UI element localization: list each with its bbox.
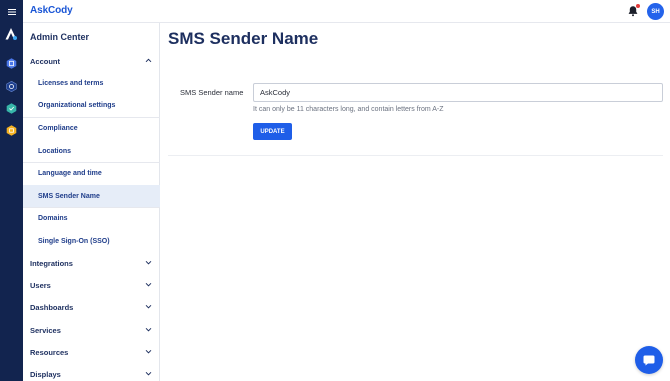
services-icon[interactable]	[6, 103, 17, 114]
notification-dot	[636, 4, 640, 8]
sidebar-section-label: Dashboards	[30, 302, 74, 312]
chevron-down-icon	[145, 260, 152, 265]
resources-icon[interactable]	[6, 125, 17, 136]
sidebar-item-licenses[interactable]: Licenses and terms	[23, 72, 160, 94]
sidebar-section-account[interactable]: Account	[23, 50, 160, 72]
sidebar-section-label: Services	[30, 325, 61, 335]
sidebar-item-locations[interactable]: Locations	[23, 140, 160, 162]
sidebar-title: Admin Center	[30, 32, 90, 42]
chevron-down-icon	[145, 304, 152, 309]
sidebar-section-integrations[interactable]: Integrations	[23, 252, 160, 274]
sidebar-section-label: Resources	[30, 347, 69, 357]
sidebar-item-label: Single Sign-On (SSO)	[38, 237, 110, 245]
divider	[168, 155, 663, 156]
sidebar-section-label: Displays	[30, 369, 61, 379]
sidebar-section-services[interactable]: Services	[23, 319, 160, 341]
chat-button[interactable]	[635, 346, 663, 374]
rooms-icon[interactable]	[6, 58, 17, 69]
sidebar-item-compliance[interactable]: Compliance	[23, 117, 160, 139]
sidebar-section-resources[interactable]: Resources	[23, 341, 160, 363]
app-logo[interactable]: AskCody	[30, 5, 73, 16]
avatar[interactable]: SH	[647, 3, 664, 20]
sidebar-item-label: SMS Sender Name	[38, 192, 100, 200]
sidebar-section-label: Account	[30, 56, 60, 66]
sidebar-item-label: Licenses and terms	[38, 79, 104, 87]
chat-icon	[643, 355, 655, 366]
sidebar-item-label: Compliance	[38, 124, 78, 132]
chevron-down-icon	[145, 327, 152, 332]
sidebar-section-label: Users	[30, 280, 51, 290]
page-title: SMS Sender Name	[168, 29, 319, 48]
sidebar-item-sms-sender-name[interactable]: SMS Sender Name	[23, 185, 160, 207]
sms-sender-name-input[interactable]	[253, 83, 663, 102]
sidebar-item-label: Organizational settings	[38, 101, 116, 109]
menu-icon[interactable]	[0, 0, 23, 23]
askcody-logo-icon[interactable]	[4, 27, 18, 41]
sidebar-item-language-and-time[interactable]: Language and time	[23, 162, 160, 184]
chevron-up-icon	[145, 58, 152, 63]
catering-icon[interactable]	[6, 81, 17, 92]
sidebar-item-organizational-settings[interactable]: Organizational settings	[23, 94, 160, 116]
chevron-down-icon	[145, 282, 152, 287]
top-bar: AskCody SH	[0, 0, 670, 23]
sidebar-section-users[interactable]: Users	[23, 274, 160, 296]
sidebar-section-displays[interactable]: Displays	[23, 363, 160, 381]
app-rail	[0, 23, 23, 381]
sidebar-item-label: Domains	[38, 214, 68, 222]
sidebar-item-label: Locations	[38, 147, 72, 155]
sms-sender-name-label: SMS Sender name	[180, 88, 244, 97]
sidebar-section-dashboards[interactable]: Dashboards	[23, 296, 160, 318]
chevron-down-icon	[145, 349, 152, 354]
sidebar-item-domains[interactable]: Domains	[23, 207, 160, 229]
update-button[interactable]: UPDATE	[253, 123, 292, 140]
sidebar-section-label: Integrations	[30, 258, 73, 268]
sms-sender-name-hint: It can only be 11 characters long, and c…	[253, 106, 444, 113]
chevron-down-icon	[145, 371, 152, 376]
sidebar-item-sso[interactable]: Single Sign-On (SSO)	[23, 230, 160, 252]
sidebar: Admin Center Account Licenses and terms …	[23, 23, 160, 381]
sidebar-item-label: Language and time	[38, 169, 102, 177]
